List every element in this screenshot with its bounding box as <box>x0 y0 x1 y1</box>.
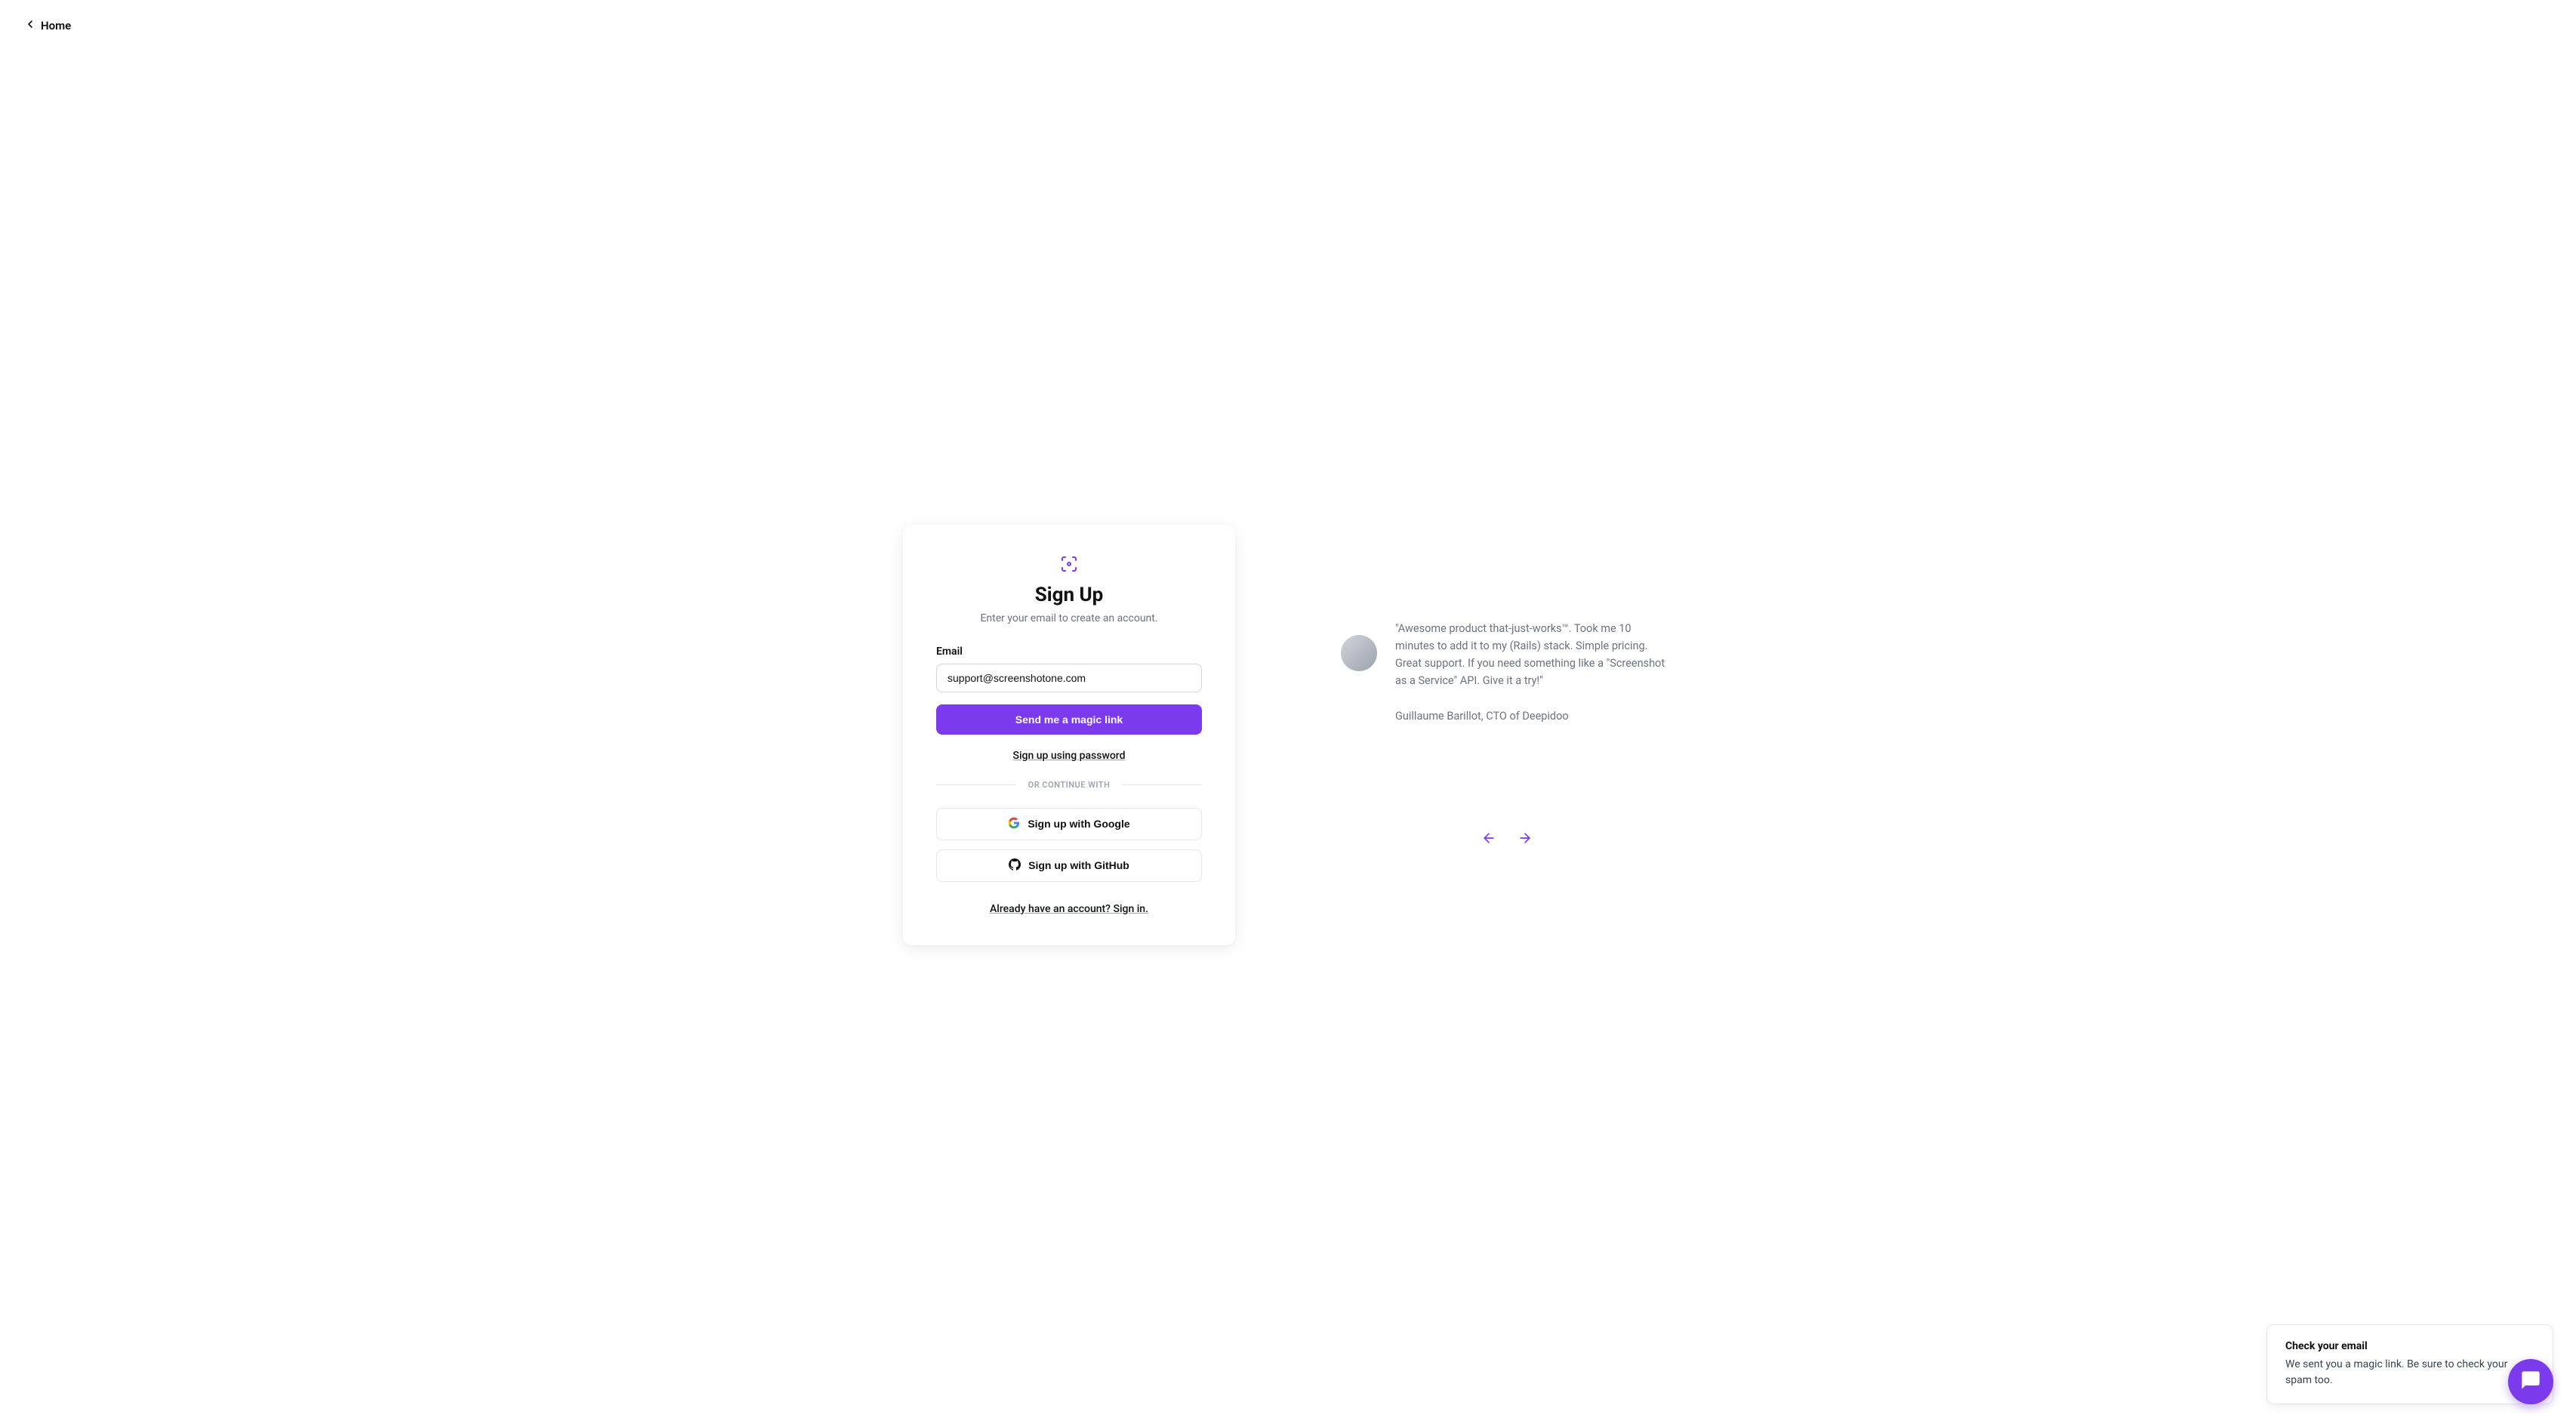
send-magic-link-button[interactable]: Send me a magic link <box>936 704 1202 735</box>
google-signup-button[interactable]: Sign up with Google <box>936 808 1202 840</box>
testimonial-quote: "Awesome product that-just-works™. Took … <box>1395 620 1673 690</box>
github-icon <box>1009 858 1021 873</box>
email-label: Email <box>936 646 1202 658</box>
chat-widget-button[interactable] <box>2508 1359 2553 1404</box>
google-button-label: Sign up with Google <box>1028 818 1129 830</box>
divider-line <box>1122 784 1202 785</box>
carousel-next-button[interactable] <box>1518 831 1533 849</box>
testimonial-text: "Awesome product that-just-works™. Took … <box>1395 620 1673 726</box>
carousel-prev-button[interactable] <box>1481 831 1496 849</box>
main-container: Sign Up Enter your email to create an ac… <box>0 51 2576 1418</box>
header: Home <box>0 0 2576 51</box>
card-header: Sign Up Enter your email to create an ac… <box>936 555 1202 624</box>
testimonial-avatar <box>1341 635 1377 671</box>
signin-link[interactable]: Already have an account? Sign in. <box>936 903 1202 915</box>
email-form-group: Email <box>936 646 1202 692</box>
focus-logo-icon <box>1060 555 1078 573</box>
github-signup-button[interactable]: Sign up with GitHub <box>936 849 1202 882</box>
testimonial-section: "Awesome product that-just-works™. Took … <box>1341 620 1673 850</box>
divider-text: OR CONTINUE WITH <box>1028 780 1111 790</box>
home-label: Home <box>41 19 71 32</box>
toast-title: Check your email <box>2285 1340 2534 1352</box>
toast-message: We sent you a magic link. Be sure to che… <box>2285 1357 2534 1388</box>
google-icon <box>1008 817 1020 831</box>
chevron-left-icon <box>24 18 36 33</box>
signup-password-link[interactable]: Sign up using password <box>936 750 1202 762</box>
github-button-label: Sign up with GitHub <box>1028 859 1129 871</box>
home-back-link[interactable]: Home <box>24 18 71 33</box>
email-input[interactable] <box>936 664 1202 692</box>
testimonial-author: Guillaume Barillot, CTO of Deepidoo <box>1395 707 1673 725</box>
signup-title: Sign Up <box>936 584 1202 606</box>
chat-icon <box>2520 1370 2541 1394</box>
signup-subtitle: Enter your email to create an account. <box>936 612 1202 624</box>
testimonial-content: "Awesome product that-just-works™. Took … <box>1341 620 1673 726</box>
carousel-nav <box>1341 831 1673 849</box>
signup-card: Sign Up Enter your email to create an ac… <box>903 525 1235 945</box>
divider: OR CONTINUE WITH <box>936 780 1202 790</box>
divider-line <box>936 784 1016 785</box>
